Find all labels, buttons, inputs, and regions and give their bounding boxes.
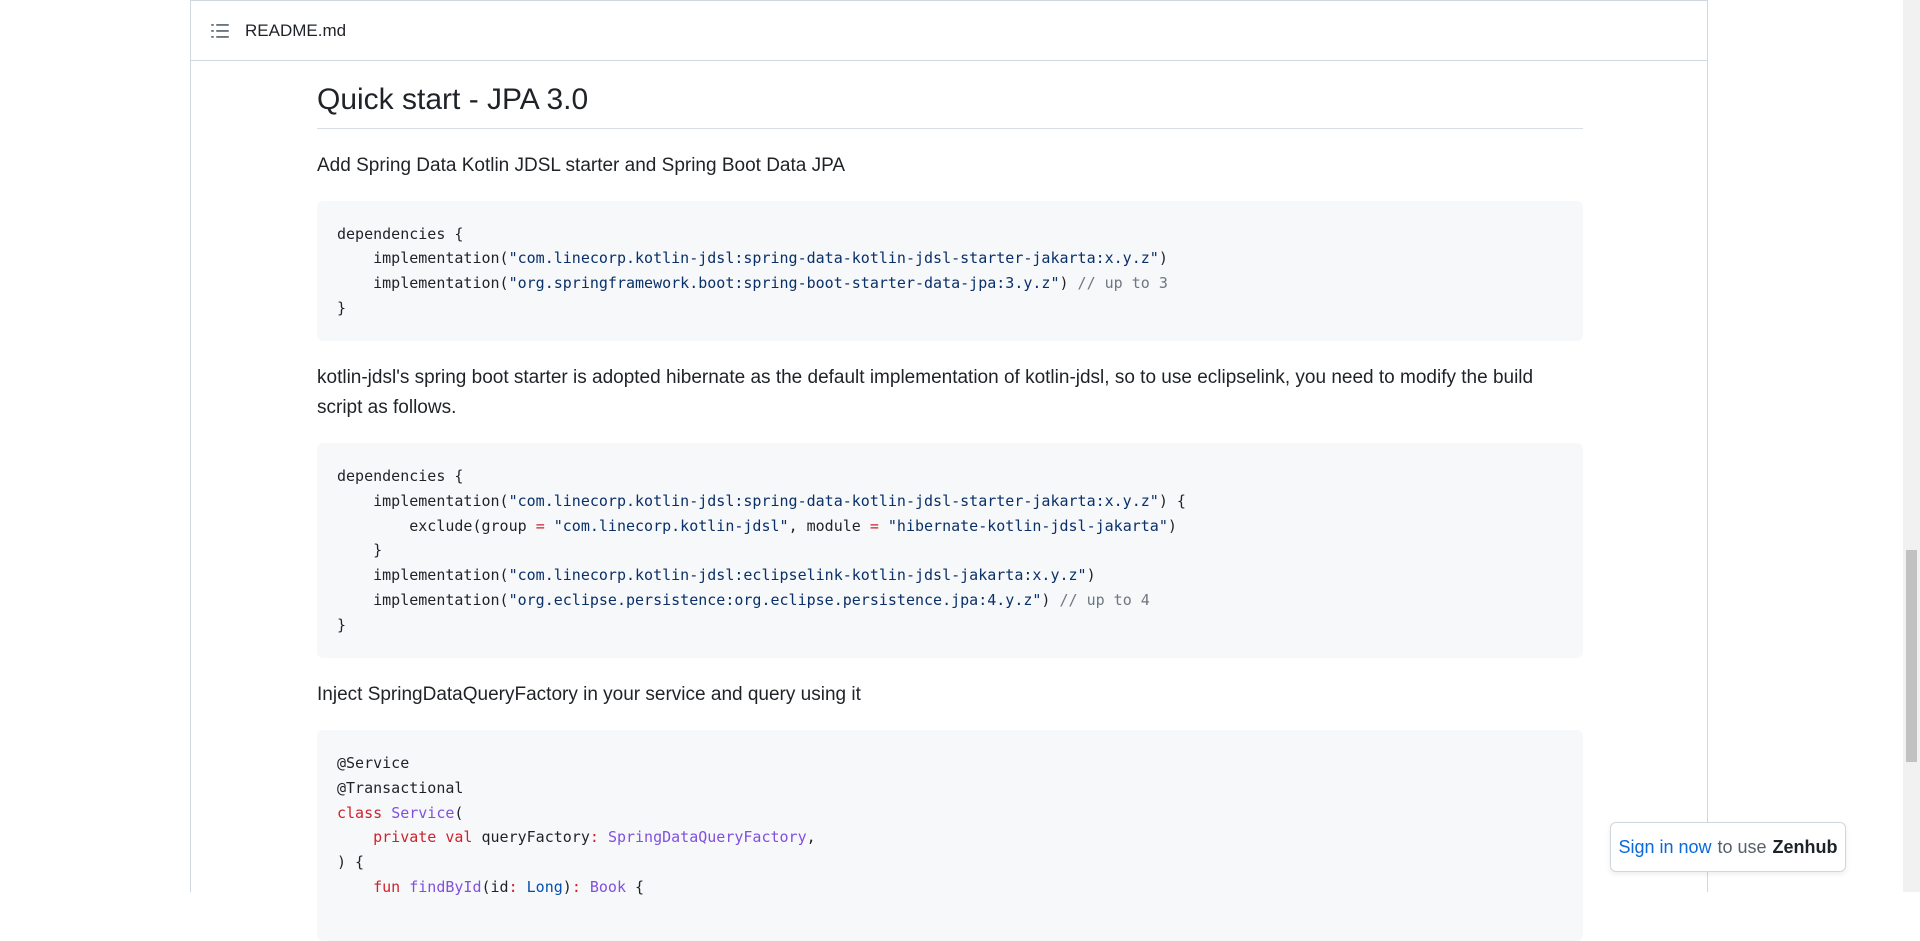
code-token: "com.linecorp.kotlin-jdsl:spring-data-ko… (508, 492, 1159, 511)
code-token: implementation( (337, 492, 509, 511)
zenhub-text: to use (1717, 836, 1767, 857)
code-token: // up to 4 (1059, 590, 1150, 609)
code-token: Long (526, 877, 563, 896)
code-block: @Service @Transactional class Service( p… (317, 730, 1583, 941)
code-token: SpringDataQueryFactory (607, 828, 807, 847)
code-token: = (869, 516, 879, 535)
code-token: ) { (1158, 492, 1186, 511)
code-token: "com.linecorp.kotlin-jdsl" (553, 516, 789, 535)
code-token: ) (1041, 590, 1060, 609)
code-token: implementation( (337, 273, 509, 292)
section-heading: Quick start - JPA 3.0 (317, 81, 1583, 129)
sign-in-link[interactable]: Sign in now (1618, 837, 1711, 858)
code-token: } (337, 298, 347, 317)
code-token: implementation( (337, 249, 509, 268)
code-token: implementation( (337, 566, 509, 585)
code-token: exclude(group (337, 516, 536, 535)
paragraph: Inject SpringDataQueryFactory in your se… (317, 684, 861, 706)
code-token: ) { (337, 853, 365, 872)
code-token: : (571, 877, 581, 896)
code-token: { (626, 877, 645, 896)
code-token: Service (391, 803, 455, 822)
scrollbar-thumb[interactable] (1906, 550, 1917, 762)
code-token: } (337, 615, 347, 634)
zenhub-brand: Zenhub (1772, 836, 1838, 857)
code-token: , (806, 828, 816, 847)
code-token: class (337, 803, 383, 822)
code-token: "com.linecorp.kotlin-jdsl:eclipselink-ko… (508, 566, 1087, 585)
list-unordered-icon[interactable] (210, 21, 230, 41)
code-token: ) (1167, 516, 1177, 535)
code-token: Book (589, 877, 626, 896)
code-token: } (337, 541, 383, 560)
code-token: queryFactory (472, 828, 590, 847)
code-block: dependencies { implementation("com.linec… (317, 443, 1583, 659)
code-token: @Transactional (337, 778, 464, 797)
code-token: "org.springframework.boot:spring-boot-st… (508, 273, 1060, 292)
code-token: : (508, 877, 518, 896)
code-token: (id (481, 877, 509, 896)
code-token: "com.linecorp.kotlin-jdsl:spring-data-ko… (508, 249, 1159, 268)
code-token: ) (562, 877, 572, 896)
code-token: implementation( (337, 590, 509, 609)
file-header: README.md (191, 1, 1707, 61)
code-token: val (445, 828, 473, 847)
code-token: "org.eclipse.persistence:org.eclipse.per… (508, 590, 1042, 609)
zenhub-signin-banner: Sign in now to use Zenhub (1610, 822, 1846, 872)
code-token: ) (1059, 273, 1078, 292)
code-token: @Service (337, 754, 410, 773)
code-token: dependencies { (337, 224, 464, 243)
code-token: "hibernate-kotlin-jdsl-jakarta" (887, 516, 1168, 535)
code-token: : (589, 828, 599, 847)
code-token: ( (454, 803, 464, 822)
readme-container: README.md Quick start - JPA 3.0 Add Spri… (190, 0, 1708, 941)
markdown-body: Quick start - JPA 3.0 Add Spring Data Ko… (317, 61, 1583, 941)
code-token: = (535, 516, 545, 535)
code-token: findById (409, 877, 482, 896)
code-token: , module (788, 516, 870, 535)
code-token: fun (373, 877, 401, 896)
code-token: ) (1158, 249, 1168, 268)
scrollbar[interactable] (1903, 0, 1920, 892)
code-block: dependencies { implementation("com.linec… (317, 200, 1583, 342)
paragraph: kotlin-jdsl's spring boot starter is ado… (317, 367, 1534, 419)
code-token: dependencies { (337, 467, 464, 486)
code-token: ) (1086, 566, 1096, 585)
code-token: // up to 3 (1077, 273, 1168, 292)
code-token: private (373, 828, 437, 847)
paragraph: Add Spring Data Kotlin JDSL starter and … (317, 154, 846, 176)
file-name: README.md (245, 20, 347, 40)
